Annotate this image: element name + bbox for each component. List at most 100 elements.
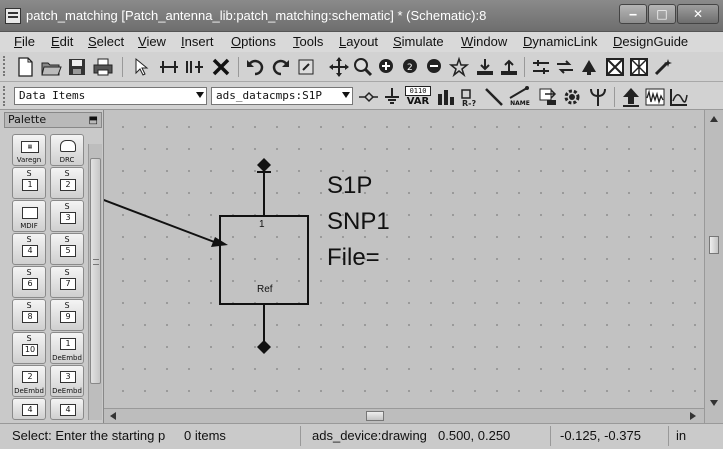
toolbar-grip[interactable] (3, 56, 7, 76)
port-icon[interactable] (357, 86, 379, 108)
menu-options[interactable]: Options (231, 34, 276, 49)
open-folder-icon[interactable] (40, 56, 62, 78)
scroll-up-icon[interactable] (710, 116, 718, 122)
var-equation-icon[interactable]: 0110 VAR (405, 86, 431, 108)
pin-icon[interactable]: ⬒ (89, 114, 98, 128)
component-history-select[interactable]: ads_datacmps:S1P (211, 87, 353, 105)
select-arrow-icon[interactable] (130, 56, 152, 78)
chart-icon[interactable] (668, 86, 690, 108)
gear-icon[interactable] (561, 86, 583, 108)
status-separator (550, 426, 551, 446)
simulate-icon[interactable] (578, 56, 600, 78)
palette-item-s3p[interactable]: S 3 (50, 200, 84, 232)
scroll-down-icon[interactable] (710, 400, 718, 406)
magic-wand-icon[interactable] (652, 56, 674, 78)
vertical-scroll-thumb[interactable] (709, 236, 719, 254)
move-icon[interactable] (328, 56, 350, 78)
palette-item-label: Varegn (16, 156, 42, 164)
zoom-area-icon[interactable] (352, 56, 374, 78)
view-all-icon[interactable] (448, 56, 470, 78)
menu-view[interactable]: View (138, 34, 166, 49)
waveform-icon[interactable] (644, 86, 666, 108)
canvas-horizontal-scrollbar[interactable] (104, 408, 704, 423)
palette-item-s7p[interactable]: S 7 (50, 266, 84, 298)
palette-item-drc[interactable]: DRC (50, 134, 84, 166)
palette-item-deembed-4[interactable]: 4 (12, 398, 46, 420)
menu-tools[interactable]: Tools (293, 34, 323, 49)
wire-label-icon[interactable]: NAME (507, 86, 533, 108)
schematic-canvas[interactable]: 1 Ref S1P SNP1 File= (104, 110, 704, 408)
palette-item-deembed-5[interactable]: 4 (50, 398, 84, 420)
maximize-button[interactable]: □ (648, 4, 676, 24)
tune-icon[interactable] (530, 56, 552, 78)
component-swap-icon[interactable] (537, 86, 559, 108)
menu-window[interactable]: Window (461, 34, 507, 49)
antenna-icon[interactable] (587, 86, 609, 108)
palette-item-s1p[interactable]: S 1 (12, 167, 46, 199)
component-library-select[interactable]: Data Items (14, 87, 207, 105)
palette-item-port-count: 3 (60, 212, 76, 224)
palette-item-s8p[interactable]: S 8 (12, 299, 46, 331)
undo-icon[interactable] (244, 56, 266, 78)
palette-item-mdif[interactable]: MDIF (12, 200, 46, 232)
horizontal-scroll-thumb[interactable] (366, 411, 384, 421)
menu-select[interactable]: Select (88, 34, 124, 49)
scroll-left-icon[interactable] (110, 412, 116, 420)
delete-icon[interactable] (210, 56, 232, 78)
toolbar-separator (524, 57, 525, 77)
palette-item-s9p[interactable]: S 9 (50, 299, 84, 331)
menu-designguide[interactable]: DesignGuide (613, 34, 688, 49)
save-icon[interactable] (66, 56, 88, 78)
palette-item-vareqn[interactable]: ▦ Varegn (12, 134, 46, 166)
scroll-right-icon[interactable] (690, 412, 696, 420)
zoom-out-icon[interactable] (424, 56, 446, 78)
palette-scrollbar[interactable] (88, 144, 102, 420)
menu-file[interactable]: File (14, 34, 35, 49)
palette-item-port-count: 3 (60, 371, 76, 383)
palette-item-label: S (64, 268, 70, 277)
palette-item-label: DRC (59, 156, 75, 164)
repeat-icon[interactable] (296, 56, 318, 78)
palette-item-s5p[interactable]: S 5 (50, 233, 84, 265)
palette-scrollbar-thumb[interactable] (90, 158, 101, 384)
menu-insert[interactable]: Insert (181, 34, 214, 49)
generate-layout-icon[interactable] (604, 56, 626, 78)
toolbar-grip[interactable] (3, 86, 7, 106)
upload-icon[interactable] (620, 86, 642, 108)
insert-pin-icon[interactable] (184, 56, 206, 78)
toolbar-separator (238, 57, 239, 77)
zoom-in-icon[interactable] (376, 56, 398, 78)
palette-item-s10p[interactable]: S 10 (12, 332, 46, 364)
ground-icon[interactable] (381, 86, 403, 108)
new-document-icon[interactable] (14, 56, 36, 78)
push-into-hierarchy-icon[interactable] (474, 56, 496, 78)
var-equation-label: VAR (406, 96, 430, 107)
menu-dynamiclink[interactable]: DynamicLink (523, 34, 597, 49)
redo-icon[interactable] (270, 56, 292, 78)
palette-item-deembed-2[interactable]: 2 DeEmbd (12, 365, 46, 397)
resistor-parameter-icon[interactable]: R-? (459, 86, 481, 108)
insert-wire-icon[interactable] (158, 56, 180, 78)
menu-edit[interactable]: Edit (51, 34, 73, 49)
canvas-vertical-scrollbar[interactable] (704, 110, 723, 423)
pop-out-hierarchy-icon[interactable] (498, 56, 520, 78)
optimize-icon[interactable] (554, 56, 576, 78)
close-button[interactable]: ✕ (677, 4, 719, 24)
status-bar: Select: Enter the starting p 0 items ads… (0, 423, 723, 449)
palette-item-s2p[interactable]: S 2 (50, 167, 84, 199)
palette-item-deembed-3[interactable]: 3 DeEmbd (50, 365, 84, 397)
palette-item-deembed-1[interactable]: 1 DeEmbd (50, 332, 84, 364)
palette-item-label: S (26, 301, 32, 310)
palette-item-port-count: 8 (22, 311, 38, 323)
print-icon[interactable] (92, 56, 114, 78)
palette-item-s6p[interactable]: S 6 (12, 266, 46, 298)
display-template-icon[interactable] (435, 86, 457, 108)
zoom-x2-icon[interactable]: 2 (400, 56, 422, 78)
palette-item-s4p[interactable]: S 4 (12, 233, 46, 265)
menu-simulate[interactable]: Simulate (393, 34, 444, 49)
menu-layout[interactable]: Layout (339, 34, 378, 49)
insert-wire-diagonal-icon[interactable] (483, 86, 505, 108)
layout-grid-icon[interactable] (628, 56, 650, 78)
minimize-button[interactable]: ‒ (619, 4, 647, 24)
app-icon[interactable] (5, 8, 21, 24)
